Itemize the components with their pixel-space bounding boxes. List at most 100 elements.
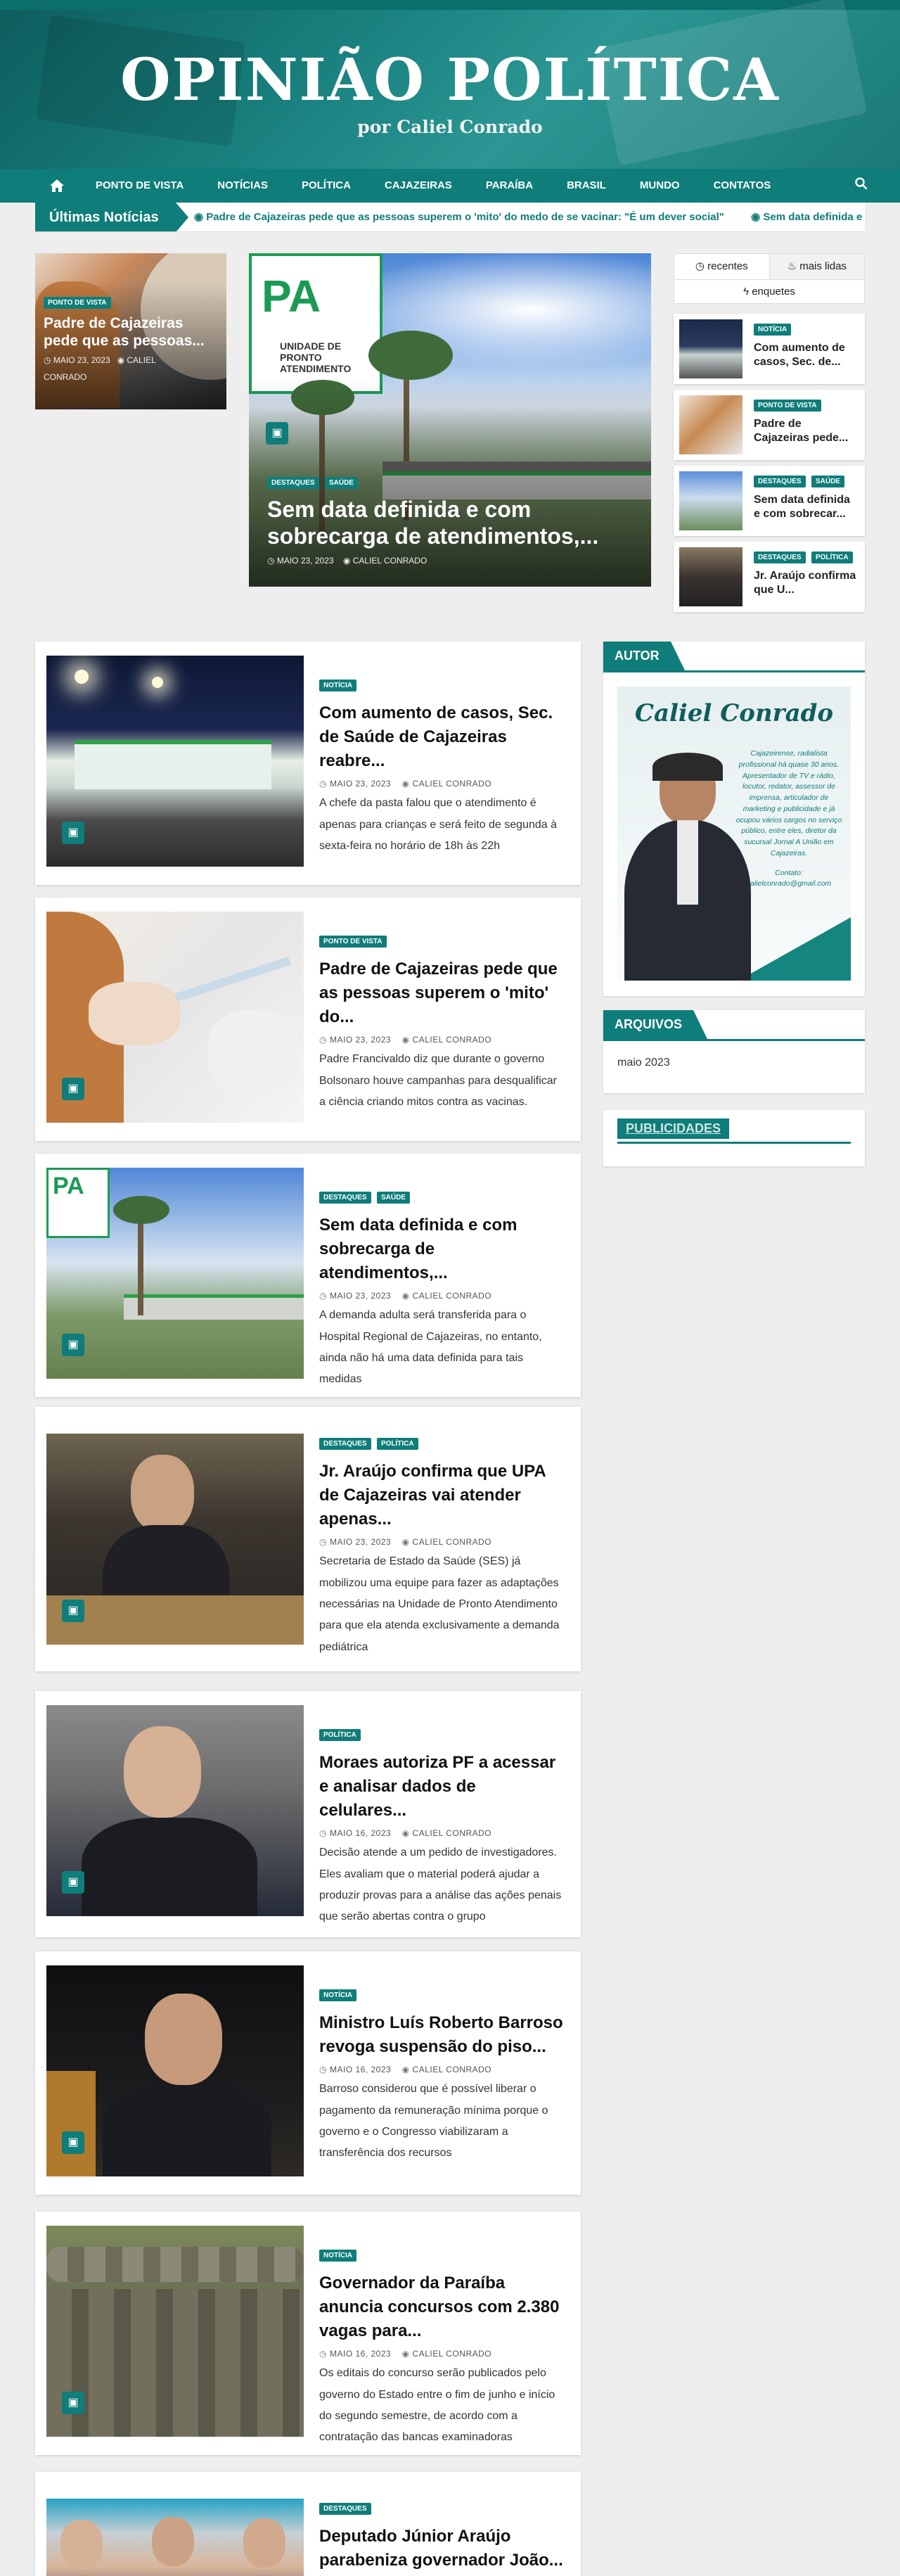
featured-big-title[interactable]: Sem data definida e com sobrecarga de at… bbox=[267, 496, 633, 550]
camera-icon: ▣ bbox=[62, 822, 84, 844]
nav-item-noticias[interactable]: NOTÍCIAS bbox=[200, 169, 285, 203]
archive-item[interactable]: maio 2023 bbox=[603, 1041, 865, 1085]
post-author[interactable]: CALIEL bbox=[127, 355, 155, 365]
post-author[interactable]: CALIEL CONRADO bbox=[413, 1035, 492, 1045]
search-icon[interactable] bbox=[855, 169, 868, 203]
category-badge[interactable]: NOTÍCIA bbox=[319, 1989, 357, 2001]
post-title[interactable]: Ministro Luís Roberto Barroso revoga sus… bbox=[319, 2011, 565, 2059]
nav-item-cajazeiras[interactable]: CAJAZEIRAS bbox=[368, 169, 469, 203]
tab-recentes[interactable]: ◷ recentes bbox=[674, 254, 770, 279]
home-icon[interactable] bbox=[35, 169, 79, 203]
post-title[interactable]: Com aumento de casos, Sec. de Saúde de C… bbox=[319, 701, 565, 773]
mini-post[interactable]: DESTAQUES POLÍTICA Jr. Araújo confirma q… bbox=[674, 542, 865, 612]
post-author[interactable]: CALIEL CONRADO bbox=[413, 2065, 492, 2074]
nav-item-paraiba[interactable]: PARAÍBA bbox=[469, 169, 550, 203]
clock-icon: ◷ bbox=[44, 355, 51, 366]
featured-card-big[interactable]: PA UNIDADE DE PRONTO ATENDIMENTO ▣ DESTA… bbox=[249, 253, 651, 587]
mini-title[interactable]: Sem data definida e com sobrecar... bbox=[754, 493, 859, 521]
category-badge[interactable]: NOTÍCIA bbox=[754, 324, 792, 336]
nav-item-ponto-de-vista[interactable]: PONTO DE VISTA bbox=[79, 169, 200, 203]
category-badge[interactable]: SAÚDE bbox=[376, 1192, 410, 1204]
upa-sign: PA bbox=[46, 1168, 110, 1238]
post-title[interactable]: Padre de Cajazeiras pede que as pessoas … bbox=[319, 957, 565, 1029]
category-badge[interactable]: DESTAQUES bbox=[754, 551, 806, 563]
featured-card-small[interactable]: PONTO DE VISTA Padre de Cajazeiras pede … bbox=[35, 253, 226, 409]
mini-title[interactable]: Jr. Araújo confirma que U... bbox=[754, 569, 859, 597]
nav-item-mundo[interactable]: MUNDO bbox=[623, 169, 697, 203]
desk bbox=[46, 1595, 304, 1645]
post-thumbnail[interactable] bbox=[46, 2499, 304, 2576]
post-thumbnail[interactable]: ▣ bbox=[46, 912, 304, 1123]
post-thumbnail[interactable]: ▣ bbox=[46, 1705, 304, 1916]
mini-thumb[interactable] bbox=[679, 319, 742, 378]
featured-small-title[interactable]: Padre de Cajazeiras pede que as pessoas.… bbox=[44, 314, 219, 350]
mini-title[interactable]: Com aumento de casos, Sec. de... bbox=[754, 341, 859, 369]
category-badge[interactable]: DESTAQUES bbox=[319, 1192, 371, 1204]
user-icon: ◉ bbox=[401, 1291, 410, 1301]
clock-icon: ◷ bbox=[267, 555, 275, 566]
category-badge[interactable]: PONTO DE VISTA bbox=[319, 936, 387, 948]
post-author[interactable]: CALIEL CONRADO bbox=[413, 1537, 492, 1547]
post-body: PONTO DE VISTA Padre de Cajazeiras pede … bbox=[319, 934, 565, 1113]
post-date: MAIO 23, 2023 bbox=[329, 1291, 392, 1301]
category-badge[interactable]: SAÚDE bbox=[324, 477, 358, 489]
light bbox=[152, 677, 163, 688]
category-badge[interactable]: PONTO DE VISTA bbox=[754, 400, 821, 412]
post-title[interactable]: Sem data definida e com sobrecarga de at… bbox=[319, 1213, 565, 1285]
camera-icon: ▣ bbox=[62, 1334, 84, 1356]
category-badge[interactable]: SAÚDE bbox=[811, 476, 844, 487]
nav-item-brasil[interactable]: BRASIL bbox=[550, 169, 623, 203]
nav-item-politica[interactable]: POLÍTICA bbox=[285, 169, 368, 203]
category-badge[interactable]: DESTAQUES bbox=[754, 476, 806, 487]
nav-item-contatos[interactable]: CONTATOS bbox=[697, 169, 788, 203]
post-thumbnail[interactable]: ▣ bbox=[46, 656, 304, 867]
post-author-cont[interactable]: CONRADO bbox=[44, 372, 219, 382]
category-badge[interactable]: NOTÍCIA bbox=[319, 2250, 357, 2262]
mini-post[interactable]: NOTÍCIA Com aumento de casos, Sec. de... bbox=[674, 314, 865, 384]
mini-post[interactable]: PONTO DE VISTA Padre de Cajazeiras pede.… bbox=[674, 390, 865, 460]
category-badge[interactable]: PONTO DE VISTA bbox=[44, 297, 111, 309]
post-card: ▣ NOTÍCIA Com aumento de casos, Sec. de … bbox=[35, 642, 581, 885]
post-author[interactable]: CALIEL CONRADO bbox=[353, 556, 428, 566]
category-badge[interactable]: POLÍTICA bbox=[319, 1729, 361, 1741]
post-thumbnail[interactable]: ▣ bbox=[46, 1965, 304, 2176]
post-thumbnail[interactable]: ▣ bbox=[46, 1434, 304, 1645]
category-badge[interactable]: DESTAQUES bbox=[319, 2503, 371, 2515]
mini-thumb[interactable] bbox=[679, 471, 742, 530]
sign-subtext: UNIDADE DE PRONTO ATENDIMENTO bbox=[280, 340, 352, 374]
post-body: DESTAQUES SAÚDE Sem data definida e com … bbox=[319, 1190, 565, 1391]
category-badge[interactable]: NOTÍCIA bbox=[319, 680, 357, 691]
post-author[interactable]: CALIEL CONRADO bbox=[413, 2349, 492, 2359]
clock-icon: ◷ bbox=[695, 260, 705, 272]
tab-mais-lidas[interactable]: ♨ mais lidas bbox=[769, 254, 864, 279]
author-card[interactable]: Caliel Conrado Cajazeirense, radialista … bbox=[617, 687, 851, 981]
clock-icon: ◷ bbox=[319, 1537, 327, 1548]
post-author[interactable]: CALIEL CONRADO bbox=[413, 1291, 492, 1301]
category-badge[interactable]: DESTAQUES bbox=[267, 477, 319, 489]
post-title[interactable]: Moraes autoriza PF a acessar e analisar … bbox=[319, 1751, 565, 1823]
category-badge[interactable]: DESTAQUES bbox=[319, 1438, 371, 1450]
face bbox=[152, 2517, 194, 2566]
ticker-item[interactable]: ◉ Sem data definida e co bbox=[751, 211, 865, 223]
mini-thumb[interactable] bbox=[679, 547, 742, 606]
post-title[interactable]: Governador da Paraíba anuncia concursos … bbox=[319, 2271, 565, 2343]
tab-enquetes[interactable]: ϟ enquetes bbox=[674, 280, 865, 304]
post-thumbnail[interactable]: PA ▣ bbox=[46, 1168, 304, 1379]
post-meta: ◷ MAIO 16, 2023 ◉ CALIEL CONRADO bbox=[319, 1828, 565, 1838]
post-author[interactable]: CALIEL CONRADO bbox=[413, 779, 492, 789]
site-title[interactable]: OPINIÃO POLÍTICA bbox=[0, 46, 900, 114]
ticker-item[interactable]: ◉ Padre de Cajazeiras pede que as pessoa… bbox=[194, 211, 724, 223]
post-date: MAIO 23, 2023 bbox=[276, 555, 334, 566]
mini-title[interactable]: Padre de Cajazeiras pede... bbox=[754, 417, 859, 445]
post-thumbnail[interactable]: ▣ bbox=[46, 2226, 304, 2437]
widget-autor: AUTOR Caliel Conrado Cajazeirense, radia… bbox=[603, 642, 865, 996]
post-title[interactable]: Deputado Júnior Araújo parabeniza govern… bbox=[319, 2525, 565, 2572]
mini-thumb[interactable] bbox=[679, 395, 742, 454]
skin bbox=[89, 982, 180, 1045]
ticker-label: Últimas Notícias bbox=[35, 203, 188, 231]
category-badge[interactable]: POLÍTICA bbox=[811, 551, 853, 563]
category-badge[interactable]: POLÍTICA bbox=[376, 1438, 418, 1450]
post-title[interactable]: Jr. Araújo confirma que UPA de Cajazeira… bbox=[319, 1460, 565, 1531]
post-author[interactable]: CALIEL CONRADO bbox=[413, 1828, 492, 1838]
mini-post[interactable]: DESTAQUES SAÚDE Sem data definida e com … bbox=[674, 466, 865, 536]
